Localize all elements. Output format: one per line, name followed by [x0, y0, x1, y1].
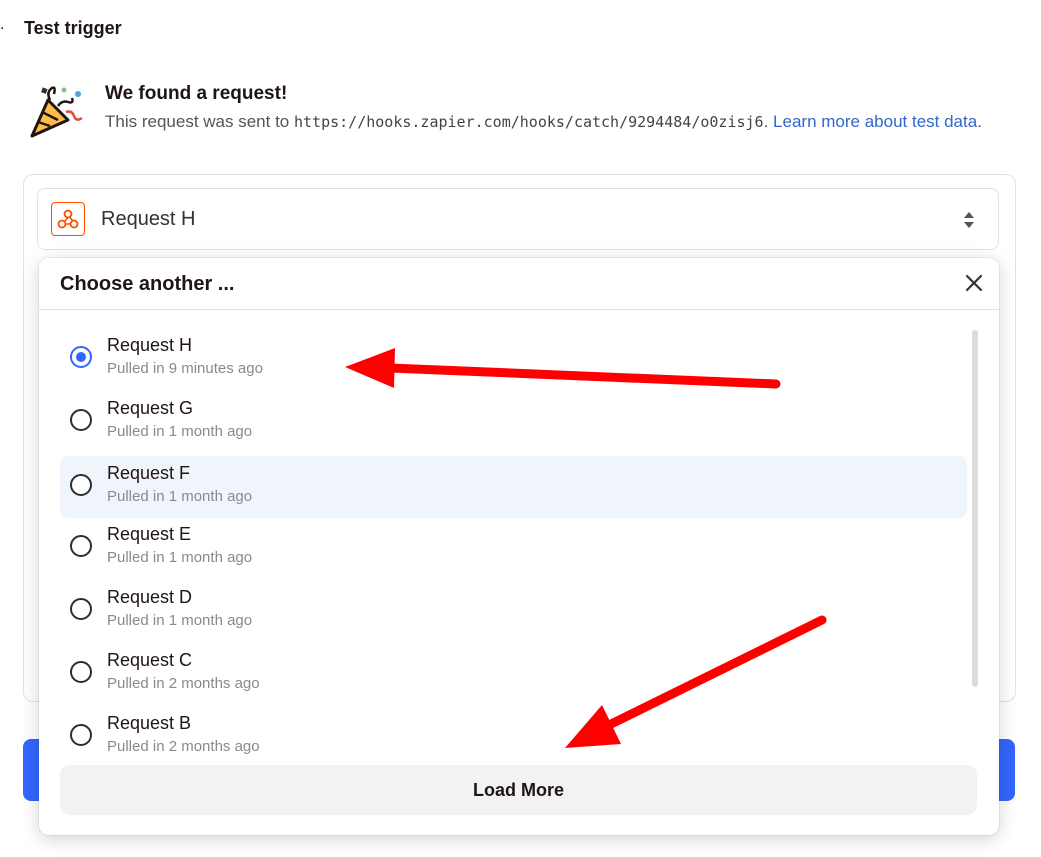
request-option[interactable]: Request E Pulled in 1 month ago [60, 517, 967, 579]
section-title: Test trigger [24, 18, 122, 38]
request-option[interactable]: Request H Pulled in 9 minutes ago [60, 328, 967, 390]
radio-button[interactable] [70, 535, 92, 557]
option-time: Pulled in 2 months ago [107, 675, 260, 692]
request-option[interactable]: Request F Pulled in 1 month ago [60, 456, 967, 518]
option-time: Pulled in 2 months ago [107, 738, 260, 755]
dropdown-title: Choose another ... [60, 273, 235, 295]
request-option[interactable]: Request C Pulled in 2 months ago [60, 643, 967, 705]
option-name: Request F [107, 463, 191, 483]
option-time: Pulled in 1 month ago [107, 423, 253, 440]
request-option[interactable]: Request D Pulled in 1 month ago [60, 580, 967, 642]
found-desc-prefix: This request was sent to [105, 112, 294, 131]
option-time: Pulled in 1 month ago [107, 549, 253, 566]
radio-button[interactable] [70, 598, 92, 620]
close-icon[interactable] [964, 273, 984, 293]
option-name: Request C [107, 650, 193, 670]
request-select[interactable]: Request H [37, 188, 999, 250]
radio-button[interactable] [70, 661, 92, 683]
dropdown-header: Choose another ... [39, 258, 999, 310]
option-time: Pulled in 1 month ago [107, 488, 253, 505]
found-desc-suffix: . [977, 112, 982, 131]
found-title: We found a request! [105, 83, 288, 104]
found-desc-sep: . [763, 112, 774, 131]
request-list[interactable]: Request H Pulled in 9 minutes ago Reques… [39, 310, 999, 758]
option-name: Request G [107, 398, 194, 418]
option-time: Pulled in 1 month ago [107, 612, 253, 629]
party-popper-icon [30, 86, 83, 138]
radio-button[interactable] [70, 724, 92, 746]
option-name: Request H [107, 335, 193, 355]
collapse-dot: . [0, 16, 5, 33]
list-scrollbar[interactable] [972, 330, 978, 687]
request-select-value: Request H [101, 208, 196, 230]
request-option[interactable]: Request B Pulled in 2 months ago [60, 706, 967, 758]
radio-button[interactable] [70, 346, 92, 368]
option-name: Request B [107, 713, 192, 733]
option-name: Request E [107, 524, 192, 544]
option-name: Request D [107, 587, 193, 607]
load-more-button[interactable]: Load More [60, 765, 977, 815]
webhook-url: https://hooks.zapier.com/hooks/catch/929… [293, 113, 764, 131]
request-option[interactable]: Request G Pulled in 1 month ago [60, 391, 967, 453]
request-dropdown: Choose another ... Request H Pulled in 9… [39, 258, 999, 835]
radio-button[interactable] [70, 474, 92, 496]
option-time: Pulled in 9 minutes ago [107, 360, 263, 377]
radio-button[interactable] [70, 409, 92, 431]
sort-icon [964, 212, 974, 228]
learn-more-link[interactable]: Learn more about test data [773, 112, 977, 131]
found-description: This request was sent to https://hooks.z… [105, 108, 1015, 136]
webhook-icon [51, 202, 85, 236]
